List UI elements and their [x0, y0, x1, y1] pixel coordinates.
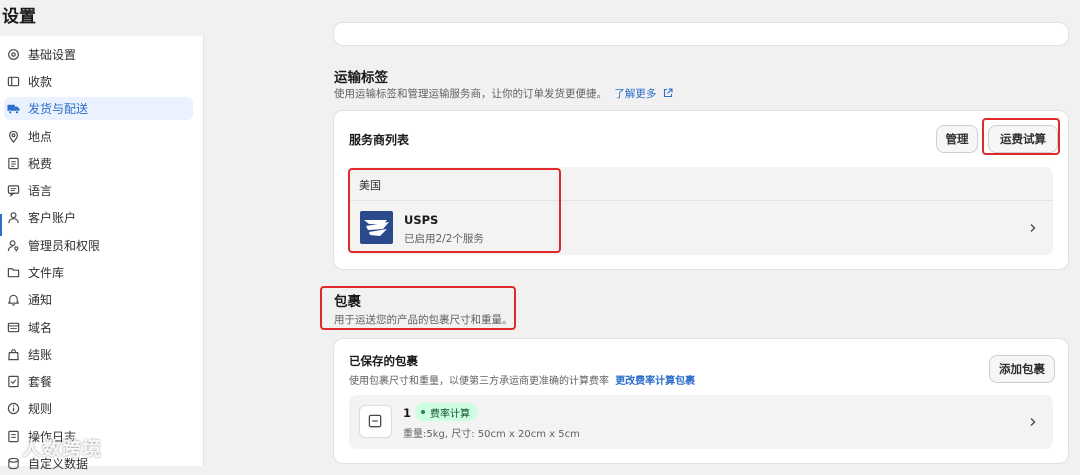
- sidebar-item-payments[interactable]: 收款: [4, 70, 193, 93]
- sidebar-item-label: 文件库: [28, 266, 65, 280]
- package-row[interactable]: 1 费率计算 重量:5kg, 尺寸: 50cm x 20cm x 5cm: [349, 395, 1053, 449]
- page-title: 设置: [2, 7, 36, 27]
- shipping-estimate-button[interactable]: 运费试算: [988, 125, 1058, 153]
- bell-icon: [6, 293, 20, 307]
- manage-button[interactable]: 管理: [936, 125, 978, 153]
- rate-calculation-badge: 费率计算: [415, 403, 477, 421]
- location-pin-icon: [6, 130, 20, 144]
- shipping-labels-title: 运输标签: [334, 70, 388, 86]
- sidebar-item-shipping[interactable]: 发货与配送: [4, 97, 193, 120]
- previous-section-card: [333, 22, 1069, 46]
- sidebar-item-admins-permissions[interactable]: 管理员和权限: [4, 234, 193, 257]
- folder-icon: [6, 266, 20, 280]
- sidebar-item-taxes[interactable]: 税费: [4, 152, 193, 175]
- receipt-icon: [6, 157, 20, 171]
- log-icon: [6, 430, 20, 444]
- saved-packages-description: 使用包裹尺寸和重量，以便第三方承运商更准确的计算费率 更改费率计算包裹: [349, 376, 696, 387]
- add-package-button[interactable]: 添加包裹: [989, 355, 1055, 383]
- sidebar-item-notifications[interactable]: 通知: [4, 288, 193, 311]
- sidebar-item-languages[interactable]: 语言: [4, 179, 193, 202]
- person-icon: [6, 211, 20, 225]
- sidebar-item-label: 发货与配送: [28, 102, 89, 116]
- sidebar-item-label: 套餐: [28, 375, 53, 389]
- sidebar-item-label: 通知: [28, 293, 53, 307]
- sidebar-item-locations[interactable]: 地点: [4, 125, 193, 148]
- package-details: 重量:5kg, 尺寸: 50cm x 20cm x 5cm: [403, 429, 580, 440]
- user-key-icon: [6, 239, 20, 253]
- settings-main-content: 运输标签 使用运输标签和管理运输服务商，让你的订单发货更便捷。 了解更多 服务商…: [204, 22, 1080, 466]
- sidebar-item-label: 域名: [28, 321, 53, 335]
- country-label: 美国: [359, 179, 381, 192]
- language-icon: [6, 184, 20, 198]
- sidebar-item-domains[interactable]: 域名: [4, 316, 193, 339]
- change-rate-package-link[interactable]: 更改费率计算包裹: [615, 376, 695, 387]
- watermark: 人数跨境: [22, 438, 103, 460]
- usps-carrier-row[interactable]: USPS 已启用2/2个服务: [349, 201, 1053, 255]
- sidebar-scroll-marker: [0, 214, 2, 236]
- learn-more-link[interactable]: 了解更多: [614, 88, 673, 100]
- chevron-right-icon: [1030, 418, 1036, 426]
- carrier-list-card: 服务商列表 管理 运费试算 美国 USPS 已启用2/2个服务: [333, 110, 1069, 270]
- bag-icon: [6, 348, 20, 362]
- sidebar-item-plan[interactable]: 套餐: [4, 370, 193, 393]
- domain-icon: [6, 321, 20, 335]
- sidebar-item-customer-accounts[interactable]: 客户账户: [4, 206, 193, 229]
- truck-icon: [6, 102, 20, 116]
- sidebar-item-basic-settings[interactable]: 基础设置: [4, 43, 193, 66]
- sidebar-item-label: 税费: [28, 157, 53, 171]
- info-icon: [6, 402, 20, 416]
- sidebar-item-label: 客户账户: [28, 211, 77, 225]
- chevron-right-icon: [1030, 224, 1036, 232]
- usps-eagle-logo: [360, 211, 393, 244]
- sidebar-item-checkout[interactable]: 结账: [4, 343, 193, 366]
- store-settings-icon: [6, 48, 20, 62]
- payments-icon: [6, 75, 20, 89]
- sidebar-item-policies[interactable]: 规则: [4, 397, 193, 420]
- package-name: 1: [403, 406, 412, 420]
- carrier-list-title: 服务商列表: [349, 133, 410, 147]
- data-icon: [6, 457, 20, 471]
- packages-description: 用于运送您的产品的包裹尺寸和重量。: [334, 314, 513, 326]
- sidebar-item-label: 基础设置: [28, 48, 77, 62]
- sidebar-item-label: 地点: [28, 130, 53, 144]
- badge-dot: [421, 410, 425, 414]
- sidebar-item-label: 管理员和权限: [28, 239, 101, 253]
- sidebar-item-label: 语言: [28, 184, 53, 198]
- saved-packages-title: 已保存的包裹: [349, 354, 418, 368]
- settings-sidebar: 基础设置 收款 发货与配送 地点 税费 语言 客户账户 管理员和权限 文件库 通…: [0, 36, 204, 471]
- sidebar-item-label: 规则: [28, 402, 53, 416]
- saved-packages-card: 已保存的包裹 使用包裹尺寸和重量，以便第三方承运商更准确的计算费率 更改费率计算…: [333, 338, 1069, 464]
- sidebar-item-files[interactable]: 文件库: [4, 261, 193, 284]
- packages-title: 包裹: [334, 294, 361, 310]
- shipping-labels-description: 使用运输标签和管理运输服务商，让你的订单发货更便捷。 了解更多: [334, 86, 673, 101]
- plan-icon: [6, 375, 20, 389]
- country-carrier-group: 美国 USPS 已启用2/2个服务: [349, 167, 1053, 255]
- package-box-icon: [359, 405, 392, 438]
- sidebar-item-label: 结账: [28, 348, 53, 362]
- external-link-icon: [663, 88, 673, 98]
- carrier-name: USPS: [404, 213, 439, 227]
- sidebar-item-label: 收款: [28, 75, 53, 89]
- carrier-status: 已启用2/2个服务: [404, 233, 484, 245]
